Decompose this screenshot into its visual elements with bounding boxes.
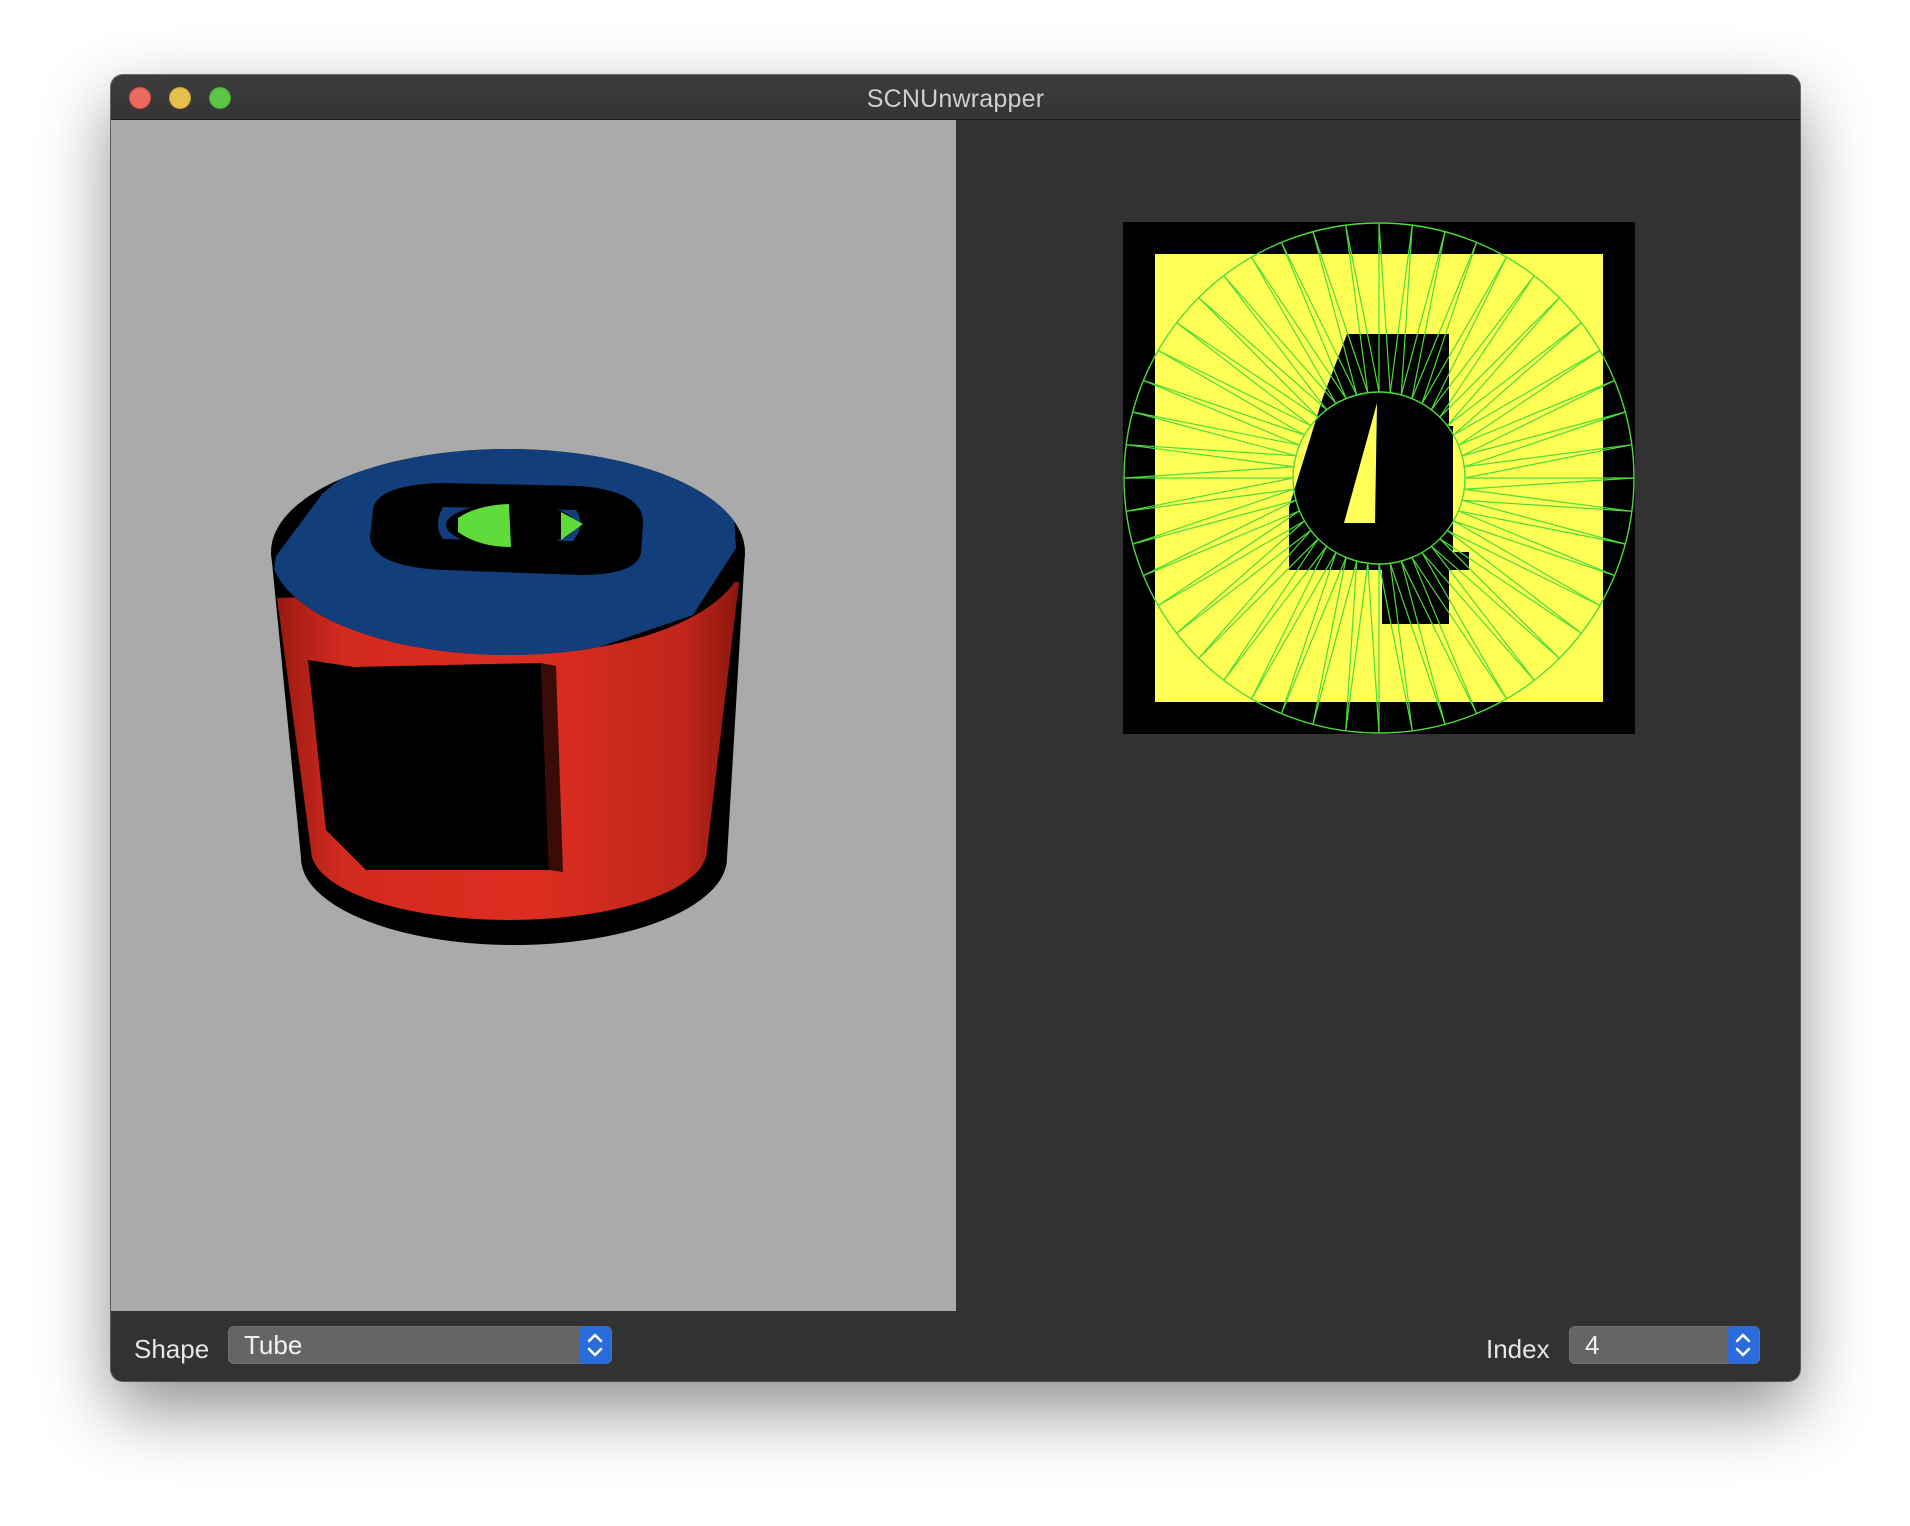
tube-side-window [308, 660, 549, 870]
app-window: SCNUnwrapper Shape Tube Index 4 [111, 75, 1800, 1381]
index-stepper[interactable]: 4 [1569, 1326, 1760, 1364]
index-value: 4 [1585, 1330, 1600, 1360]
tube-model [271, 449, 745, 945]
scene-view[interactable] [111, 120, 956, 1311]
title-bar[interactable]: SCNUnwrapper [111, 75, 1800, 120]
index-label: Index [1486, 1334, 1550, 1364]
index-chevron-icon[interactable] [1727, 1326, 1759, 1364]
texture-pane [956, 120, 1800, 1311]
shape-chevron-icon[interactable] [579, 1326, 611, 1364]
shape-popup[interactable]: Tube [228, 1326, 612, 1364]
shape-label: Shape [134, 1334, 210, 1364]
shape-value: Tube [244, 1330, 303, 1360]
window-title: SCNUnwrapper [866, 85, 1045, 113]
uv-texture[interactable] [1123, 222, 1635, 734]
bottom-bar: Shape Tube Index 4 [111, 1311, 1800, 1381]
